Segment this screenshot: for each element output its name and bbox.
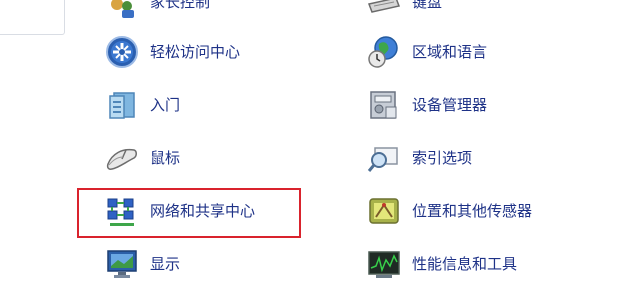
control-panel-item-performance-tools[interactable]: 性能信息和工具 bbox=[366, 246, 517, 282]
control-panel-item-network-sharing[interactable]: 网络和共享中心 bbox=[104, 193, 255, 229]
display-label: 显示 bbox=[150, 255, 181, 273]
getting-started-icon bbox=[109, 92, 135, 119]
ease-of-access-icon bbox=[106, 36, 138, 68]
control-panel-item-keyboard[interactable]: 键盘 bbox=[366, 0, 442, 20]
control-panel-item-location-sensors[interactable]: 位置和其他传感器 bbox=[366, 193, 532, 229]
location-sensors-label: 位置和其他传感器 bbox=[412, 202, 533, 220]
control-panel-item-region-language[interactable]: 区域和语言 bbox=[366, 34, 487, 70]
location-sensors-icon bbox=[369, 198, 399, 224]
control-panel-item-parental-controls[interactable]: 家长控制 bbox=[104, 0, 210, 20]
ease-of-access-label: 轻松访问中心 bbox=[150, 43, 241, 61]
parental-controls-label: 家长控制 bbox=[150, 0, 211, 11]
mouse-icon bbox=[106, 148, 137, 170]
performance-tools-label: 性能信息和工具 bbox=[412, 255, 518, 273]
region-language-icon bbox=[368, 36, 398, 68]
control-panel-item-getting-started[interactable]: 入门 bbox=[104, 87, 180, 123]
indexing-options-icon bbox=[367, 147, 398, 172]
device-manager-label: 设备管理器 bbox=[412, 96, 488, 114]
indexing-options-label: 索引选项 bbox=[412, 149, 473, 167]
control-panel-item-mouse[interactable]: 鼠标 bbox=[104, 140, 180, 176]
device-manager-icon bbox=[370, 91, 397, 119]
control-panel-item-indexing-options[interactable]: 索引选项 bbox=[366, 140, 472, 176]
network-sharing-icon bbox=[107, 198, 134, 226]
network-sharing-label: 网络和共享中心 bbox=[150, 202, 256, 220]
parental-controls-icon bbox=[111, 0, 134, 18]
keyboard-icon bbox=[367, 0, 401, 13]
control-panel-item-ease-of-access[interactable]: 轻松访问中心 bbox=[104, 34, 240, 70]
region-language-label: 区域和语言 bbox=[412, 43, 488, 61]
getting-started-label: 入门 bbox=[150, 96, 181, 114]
control-panel-item-device-manager[interactable]: 设备管理器 bbox=[366, 87, 487, 123]
mouse-label: 鼠标 bbox=[150, 149, 181, 167]
display-icon bbox=[107, 250, 137, 278]
sidebar-panel-edge bbox=[0, 0, 65, 35]
control-panel-item-display[interactable]: 显示 bbox=[104, 246, 180, 282]
performance-tools-icon bbox=[368, 251, 400, 278]
keyboard-label: 键盘 bbox=[412, 0, 443, 11]
